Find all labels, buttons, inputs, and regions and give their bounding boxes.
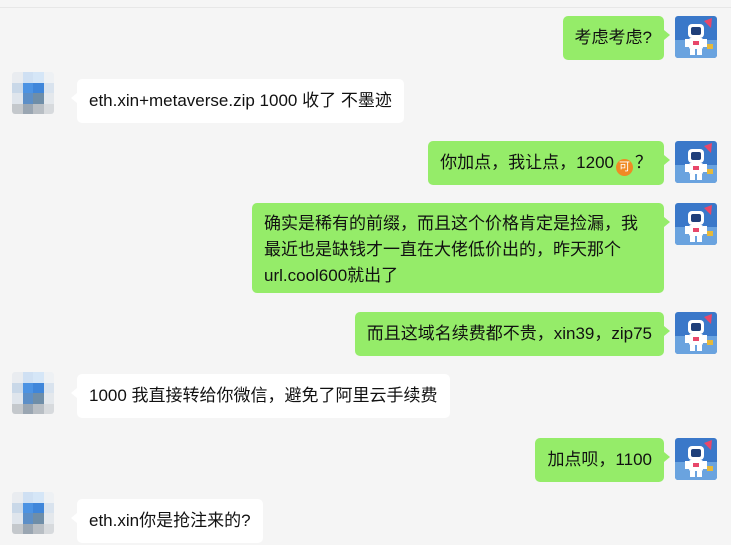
message-text: eth.xin+metaverse.zip 1000 收了 不墨迹 bbox=[89, 91, 392, 110]
message-bubble-received[interactable]: 1000 我直接转给你微信，避免了阿里云手续费 bbox=[71, 374, 450, 418]
message-text: 你加点，我让点，1200 bbox=[440, 153, 614, 172]
message-text: eth.xin你是抢注来的? bbox=[89, 511, 251, 530]
message-bubble-sent[interactable]: 你加点，我让点，1200 可？ bbox=[428, 141, 670, 185]
astronaut-avatar-icon bbox=[675, 203, 717, 245]
message-text: 加点呗，1100 bbox=[547, 450, 652, 469]
pixelated-avatar-icon bbox=[12, 492, 54, 534]
message-bubble-sent[interactable]: 考虑考虑? bbox=[562, 16, 671, 60]
message-text: 而且这域名续费都不贵，xin39，zip75 bbox=[366, 324, 652, 343]
astronaut-avatar-icon bbox=[675, 438, 717, 480]
pixelated-avatar-icon bbox=[12, 372, 54, 414]
top-divider bbox=[0, 0, 731, 8]
message-text-line: url.cool600就出了 bbox=[264, 266, 399, 285]
message-text: ？ bbox=[635, 153, 652, 172]
astronaut-avatar-icon bbox=[675, 141, 717, 183]
message-bubble-sent[interactable]: 确实是稀有的前缀，而且这个价格肯定是捡漏，我 最近也是缺钱才一直在大佬低价出的，… bbox=[252, 203, 670, 293]
their-avatar-icon[interactable] bbox=[12, 372, 54, 414]
my-avatar-icon[interactable] bbox=[675, 141, 717, 183]
message-bubble-sent[interactable]: 加点呗，1100 bbox=[535, 438, 670, 482]
their-avatar-icon[interactable] bbox=[12, 72, 54, 114]
message-bubble-sent[interactable]: 而且这域名续费都不贵，xin39，zip75 bbox=[354, 312, 671, 356]
emoji-icon: 可 bbox=[616, 159, 633, 176]
my-avatar-icon[interactable] bbox=[675, 438, 717, 480]
my-avatar-icon[interactable] bbox=[675, 312, 717, 354]
message-text-line: 最近也是缺钱才一直在大佬低价出的，昨天那个 bbox=[264, 240, 621, 259]
message-text: 考虑考虑? bbox=[574, 28, 652, 47]
my-avatar-icon[interactable] bbox=[675, 16, 717, 58]
astronaut-avatar-icon bbox=[675, 312, 717, 354]
their-avatar-icon[interactable] bbox=[12, 492, 54, 534]
my-avatar-icon[interactable] bbox=[675, 203, 717, 245]
message-bubble-received[interactable]: eth.xin+metaverse.zip 1000 收了 不墨迹 bbox=[71, 79, 404, 123]
message-text-line: 确实是稀有的前缀，而且这个价格肯定是捡漏，我 bbox=[264, 214, 638, 233]
message-bubble-received[interactable]: eth.xin你是抢注来的? bbox=[71, 499, 263, 543]
message-text: 1000 我直接转给你微信，避免了阿里云手续费 bbox=[89, 386, 438, 405]
pixelated-avatar-icon bbox=[12, 72, 54, 114]
astronaut-avatar-icon bbox=[675, 16, 717, 58]
